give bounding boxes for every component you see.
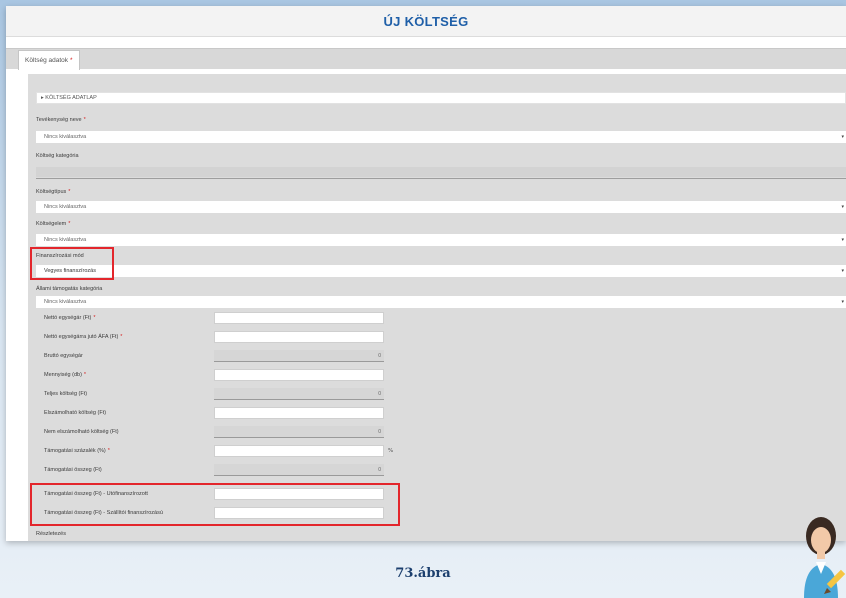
nem-elszamolhato-value: 0 — [214, 426, 384, 438]
required-marker: * — [83, 117, 86, 123]
netto-egysegar-input[interactable] — [214, 312, 384, 324]
tipus-value: Nincs kiválasztva — [44, 204, 87, 210]
finanszirozas-select[interactable]: Vegyes finanszírozás ▾ — [36, 265, 846, 277]
page-title: ÚJ KÖLTSÉG — [383, 13, 469, 29]
reszletezes-label: Részletezés — [36, 531, 66, 537]
title-bar: ÚJ KÖLTSÉG — [6, 6, 846, 37]
row-label: Nettó egységár (Ft) — [44, 315, 92, 321]
allami-select[interactable]: Nincs kiválasztva ▾ — [36, 296, 846, 308]
tevekenyseg-label: Tevékenység neve * — [36, 117, 86, 123]
elem-value: Nincs kiválasztva — [44, 237, 87, 243]
elem-label-text: Költségelem — [36, 221, 67, 227]
kategoria-divider — [36, 178, 846, 179]
elszamolhato-input[interactable] — [214, 407, 384, 419]
highlight-tamogatasi-osszeg — [30, 483, 400, 526]
teljes-koltseg-label: Teljes költség (Ft) — [44, 391, 88, 397]
required-marker: * — [107, 448, 110, 454]
required-marker: * — [68, 189, 71, 195]
tamogatasi-szazalek-input[interactable] — [214, 445, 384, 457]
tipus-select[interactable]: Nincs kiválasztva ▾ — [36, 201, 846, 213]
brutto-egysegar-label: Bruttó egységár — [44, 353, 83, 359]
required-marker: * — [120, 334, 123, 340]
tevekenyseg-label-text: Tevékenység neve — [36, 117, 82, 123]
highlight-finanszirozas — [30, 247, 114, 280]
chevron-down-icon: ▾ — [841, 134, 844, 140]
brutto-egysegar-value: 0 — [214, 350, 384, 362]
elem-label: Költségelem * — [36, 221, 70, 227]
elszamolhato-label: Elszámolható költség (Ft) — [44, 410, 107, 416]
kategoria-strip — [36, 167, 846, 177]
mennyiseg-label: Mennyiség (db) * — [44, 372, 86, 378]
required-marker: * — [70, 57, 73, 64]
tamogatasi-szazalek-label: Támogatási százalék (%) * — [44, 448, 110, 454]
afa-label: Nettó egységárra jutó ÁFA (Ft) * — [44, 334, 122, 340]
tab-bar: Költség adatok * — [6, 48, 846, 70]
row-label: Mennyiség (db) — [44, 372, 82, 378]
mennyiseg-input[interactable] — [214, 369, 384, 381]
row-label: Támogatási százalék (%) — [44, 448, 106, 454]
tab-koltseg-adatok[interactable]: Költség adatok * — [18, 50, 80, 70]
figure-caption: 73.ábra — [395, 566, 451, 581]
app-window: ÚJ KÖLTSÉG Költség adatok * ▸ KÖLTSÉG ADA… — [6, 6, 846, 541]
afa-input[interactable] — [214, 331, 384, 343]
tipus-label-text: Költségtípus — [36, 189, 67, 195]
allami-label: Állami támogatás kategória — [36, 286, 103, 292]
tamogatasi-osszeg-value: 0 — [214, 464, 384, 476]
tipus-label: Költségtípus * — [36, 189, 70, 195]
chevron-down-icon: ▾ — [841, 204, 844, 210]
netto-egysegar-label: Nettó egységár (Ft) * — [44, 315, 96, 321]
required-marker: * — [83, 372, 87, 378]
form-panel: ▸ KÖLTSÉG ADATLAP Tevékenység neve * Ninc… — [28, 74, 846, 541]
chevron-down-icon: ▾ — [841, 299, 844, 305]
required-marker: * — [68, 221, 71, 227]
elem-select[interactable]: Nincs kiválasztva ▾ — [36, 234, 846, 246]
tab-label: Költség adatok — [25, 57, 69, 64]
nem-elszamolhato-label: Nem elszámolható költség (Ft) — [44, 429, 119, 435]
tevekenyseg-value: Nincs kiválasztva — [44, 134, 87, 140]
section-koltseg-adatlap[interactable]: ▸ KÖLTSÉG ADATLAP — [36, 92, 846, 104]
required-marker: * — [93, 315, 96, 321]
percent-unit: % — [388, 448, 394, 454]
allami-value: Nincs kiválasztva — [44, 299, 87, 305]
kategoria-label: Költség kategória — [36, 153, 79, 159]
tamogatasi-osszeg-label: Támogatási összeg (Ft) — [44, 467, 102, 473]
row-label: Nettó egységárra jutó ÁFA (Ft) — [44, 334, 119, 340]
teljes-koltseg-value: 0 — [214, 388, 384, 400]
chevron-down-icon: ▾ — [841, 268, 844, 274]
user-avatar-pencil-icon — [804, 517, 846, 598]
chevron-down-icon: ▾ — [841, 237, 844, 243]
tevekenyseg-select[interactable]: Nincs kiválasztva ▾ — [36, 131, 846, 143]
